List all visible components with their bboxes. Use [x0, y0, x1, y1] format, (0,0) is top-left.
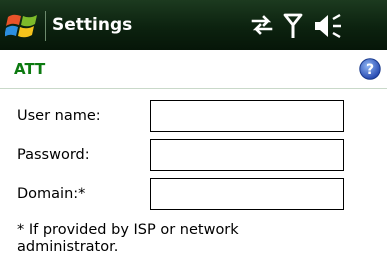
svg-text:?: ? [366, 62, 374, 78]
password-field[interactable] [150, 139, 344, 171]
section-header: ATT ? [0, 50, 387, 89]
app-title: Settings [52, 15, 133, 35]
data-sync-icon[interactable] [250, 13, 274, 37]
windows-flag-icon[interactable] [5, 9, 41, 43]
username-label: User name: [17, 108, 101, 124]
password-label: Password: [17, 147, 90, 163]
username-field[interactable] [150, 100, 344, 132]
speaker-icon[interactable] [313, 13, 343, 39]
title-bar: Settings [0, 0, 387, 50]
signal-antenna-icon[interactable] [283, 13, 303, 39]
domain-row: Domain:* [0, 178, 387, 214]
domain-label: Domain:* [17, 186, 86, 202]
title-separator [45, 11, 46, 41]
username-row: User name: [0, 100, 387, 136]
help-icon[interactable]: ? [359, 58, 381, 80]
domain-field[interactable] [150, 178, 344, 210]
isp-note: * If provided by ISP or network administ… [17, 222, 239, 255]
section-title: ATT [14, 60, 46, 78]
password-row: Password: [0, 139, 387, 175]
